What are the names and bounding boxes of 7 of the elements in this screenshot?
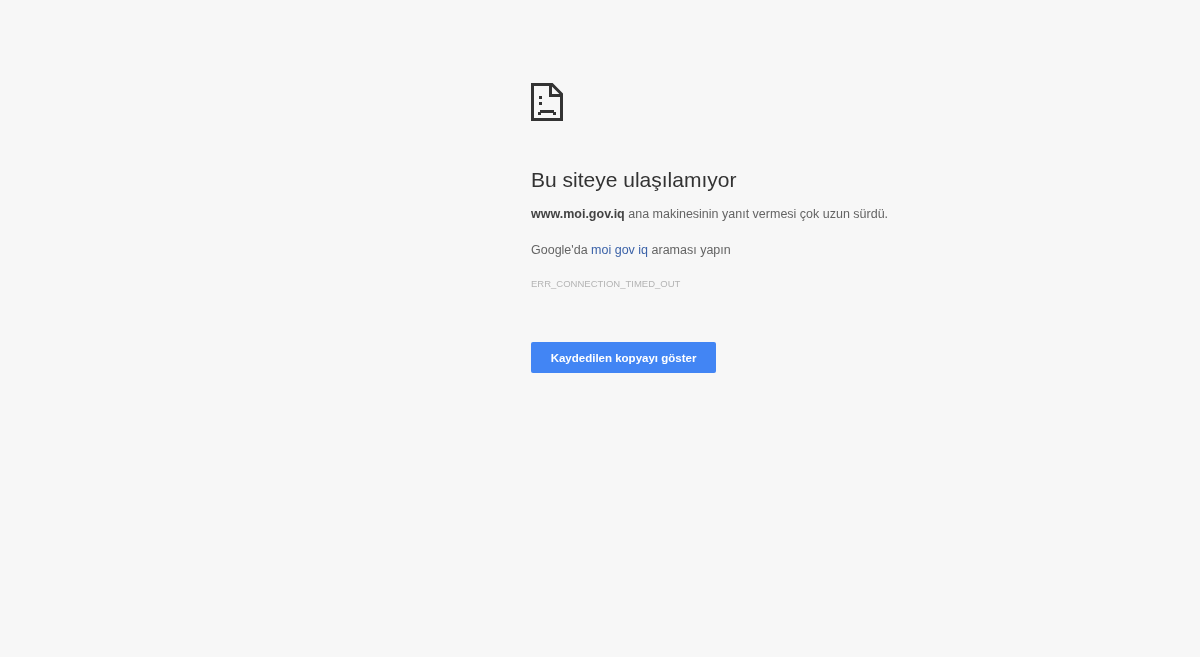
search-suggestion: Google'da moi gov iq araması yapın [531,242,731,258]
sad-document-icon [531,83,563,121]
search-link[interactable]: moi gov iq [591,243,649,257]
error-summary: www.moi.gov.iq ana makinesinin yanıt vermesi çok uzun sürdü. [531,206,889,222]
error-heading: Bu siteye ulaşılamıyor [531,167,737,193]
error-code: ERR_CONNECTION_TIMED_OUT [531,278,681,290]
show-cached-copy-button[interactable]: Kaydedilen kopyayı göster [531,342,716,373]
